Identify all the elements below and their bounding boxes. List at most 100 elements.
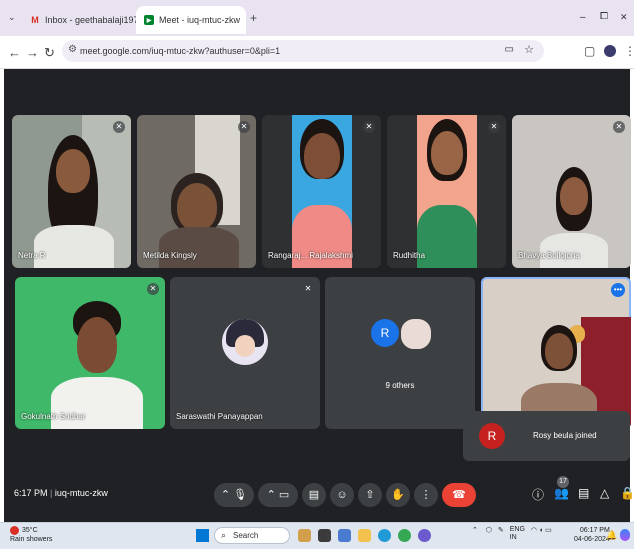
maximize-button[interactable]: ⧠: [600, 11, 608, 22]
end-call-button[interactable]: ☎: [442, 483, 476, 507]
meet-icon: ▶: [144, 15, 154, 25]
menu-kebab-icon[interactable]: ⋮: [624, 44, 634, 58]
notification-bell-icon[interactable]: 🔔: [606, 530, 617, 541]
participant-tile-gokulnath[interactable]: ✕ Gokulnath Sridhar: [15, 277, 165, 429]
chrome-icon[interactable]: [398, 529, 411, 542]
app-icon-7[interactable]: [418, 529, 431, 542]
profile-avatar[interactable]: [604, 45, 616, 57]
weather-text: Rain showers: [10, 536, 53, 543]
app-icon-3[interactable]: [338, 529, 351, 542]
cast-icon[interactable]: ▭: [505, 44, 514, 55]
clock-date: 04-06-2024: [574, 536, 610, 543]
more-options-icon[interactable]: •••: [611, 283, 625, 297]
more-options-button[interactable]: ⋮: [414, 483, 438, 507]
search-icon: ⌕: [221, 530, 227, 540]
present-button[interactable]: ⇧: [358, 483, 382, 507]
mic-off-icon: ✕: [613, 121, 625, 133]
participant-name: Metilda Kingsly: [143, 251, 197, 260]
face: [56, 149, 90, 193]
taskbar-search-input[interactable]: ⌕ Search: [214, 527, 290, 544]
gmail-icon: M: [31, 15, 39, 25]
meeting-time: 6:17 PM: [14, 488, 48, 498]
self-view-tile[interactable]: •••: [481, 277, 631, 429]
others-tile[interactable]: R 9 others: [325, 277, 475, 429]
tab-inbox[interactable]: M Inbox - geethabalaji1974@gm ✕: [22, 6, 136, 34]
participant-name: Rangaraj... Rajalakshmi: [268, 251, 353, 260]
copilot-icon[interactable]: [620, 529, 630, 541]
activities-icon[interactable]: △: [600, 486, 609, 500]
taskbar-clock[interactable]: 06:17 PM 04-06-2024: [574, 526, 610, 544]
body: [417, 205, 477, 268]
participant-tile-bhavya[interactable]: ✕ Bhavya Bollojoria: [512, 115, 631, 268]
others-count-label: 9 others: [385, 381, 415, 390]
windows-taskbar: 35°C Rain showers ⌕ Search ⌃ ⬡ ✎ ENG IN …: [0, 522, 634, 549]
volume-icon[interactable]: ◖: [539, 527, 543, 534]
participant-tile-rangaraj[interactable]: ✕ Rangaraj... Rajalakshmi: [262, 115, 381, 268]
face: [304, 133, 340, 179]
join-notification: R Rosy beula joined: [463, 411, 630, 461]
others-avatar-photo: [399, 317, 433, 351]
participant-count-badge: 17: [557, 476, 569, 488]
start-windows-icon[interactable]: [196, 529, 209, 542]
captions-button[interactable]: ▤: [302, 483, 326, 507]
face: [77, 317, 117, 373]
system-tray[interactable]: ⌃ ⬡ ✎ ENG IN ◠ ◖ ▭: [472, 526, 552, 542]
minimize-button[interactable]: –: [580, 12, 586, 23]
participant-name: Netra R: [18, 251, 46, 260]
extensions-icon[interactable]: ▢: [584, 44, 595, 58]
chat-icon[interactable]: ▤: [578, 486, 589, 500]
weather-widget[interactable]: 35°C Rain showers: [10, 526, 52, 544]
site-info-icon[interactable]: ⚙: [68, 44, 77, 55]
camera-button[interactable]: ⌃ ▭: [258, 483, 298, 507]
participant-name: Gokulnath Sridhar: [21, 412, 86, 421]
participant-tile-netra[interactable]: ✕ Netra R: [12, 115, 131, 268]
participant-name: Rudhitha: [393, 251, 426, 260]
language-code: ENG: [509, 526, 525, 533]
wifi-icon[interactable]: ◠: [531, 527, 537, 534]
face: [177, 183, 217, 231]
raise-hand-button[interactable]: ✋: [386, 483, 410, 507]
toast-avatar: R: [479, 423, 505, 449]
reactions-button[interactable]: ☺: [330, 483, 354, 507]
participant-tile-metilda[interactable]: ✕ Metilda Kingsly: [137, 115, 256, 268]
tab-meet[interactable]: ▶ Meet - iuq-mtuc-zkw ✕: [136, 6, 246, 34]
bookmark-star-icon[interactable]: ☆: [524, 43, 534, 56]
face: [431, 131, 463, 175]
mic-button[interactable]: ⌃ 🎙: [214, 483, 254, 507]
file-explorer-icon[interactable]: [358, 529, 371, 542]
tab-label: Meet - iuq-mtuc-zkw: [159, 15, 241, 25]
mic-off-icon: ✕: [147, 283, 159, 295]
meet-control-bar: 6:17 PM | iuq-mtuc-zkw ⌃ 🎙 ⌃ ▭ ▤ ☺ ⇧ ✋ ⋮…: [4, 476, 634, 510]
language-indicator[interactable]: ENG IN: [510, 526, 525, 542]
new-tab-button[interactable]: +: [250, 11, 257, 25]
chevron-up-icon[interactable]: ⌃: [472, 527, 478, 534]
temperature: 35°C: [22, 527, 38, 534]
face: [560, 177, 588, 215]
mic-off-icon: ✕: [302, 283, 314, 295]
edge-icon[interactable]: [378, 529, 391, 542]
reload-icon[interactable]: ↻: [44, 45, 55, 61]
body: [159, 227, 239, 268]
people-icon[interactable]: 👥: [554, 486, 569, 500]
toast-message: Rosy beula joined: [533, 431, 597, 440]
info-icon[interactable]: ⓘ: [532, 486, 544, 503]
close-window-button[interactable]: ✕: [620, 12, 628, 23]
region-code: IN: [509, 534, 517, 541]
url-text: meet.google.com/iuq-mtuc-zkw?authuser=0&…: [80, 46, 281, 56]
back-arrow-icon[interactable]: ←: [8, 45, 21, 60]
app-icon-2[interactable]: [318, 529, 331, 542]
forward-arrow-icon[interactable]: →: [26, 45, 39, 60]
mic-off-icon: ✕: [488, 121, 500, 133]
participant-tile-saraswathi[interactable]: ✕ Saraswathi Panayappan: [170, 277, 320, 429]
mic-off-icon: ✕: [238, 121, 250, 133]
mic-off-icon: ✕: [113, 121, 125, 133]
address-bar-row: ← → ↻ ⚙ meet.google.com/iuq-mtuc-zkw?aut…: [0, 36, 634, 69]
app-icon-1[interactable]: [298, 529, 311, 542]
battery-icon[interactable]: ▭: [545, 527, 552, 534]
host-controls-icon[interactable]: 🔒: [620, 486, 634, 500]
url-input[interactable]: ⚙ meet.google.com/iuq-mtuc-zkw?authuser=…: [62, 40, 544, 62]
participant-tile-rudhitha[interactable]: ✕ Rudhitha: [387, 115, 506, 268]
browser-tab-bar: ⌄ M Inbox - geethabalaji1974@gm ✕ ▶ Meet…: [0, 0, 634, 36]
tab-search-chevron-icon[interactable]: ⌄: [8, 12, 16, 23]
search-placeholder: Search: [233, 531, 259, 540]
